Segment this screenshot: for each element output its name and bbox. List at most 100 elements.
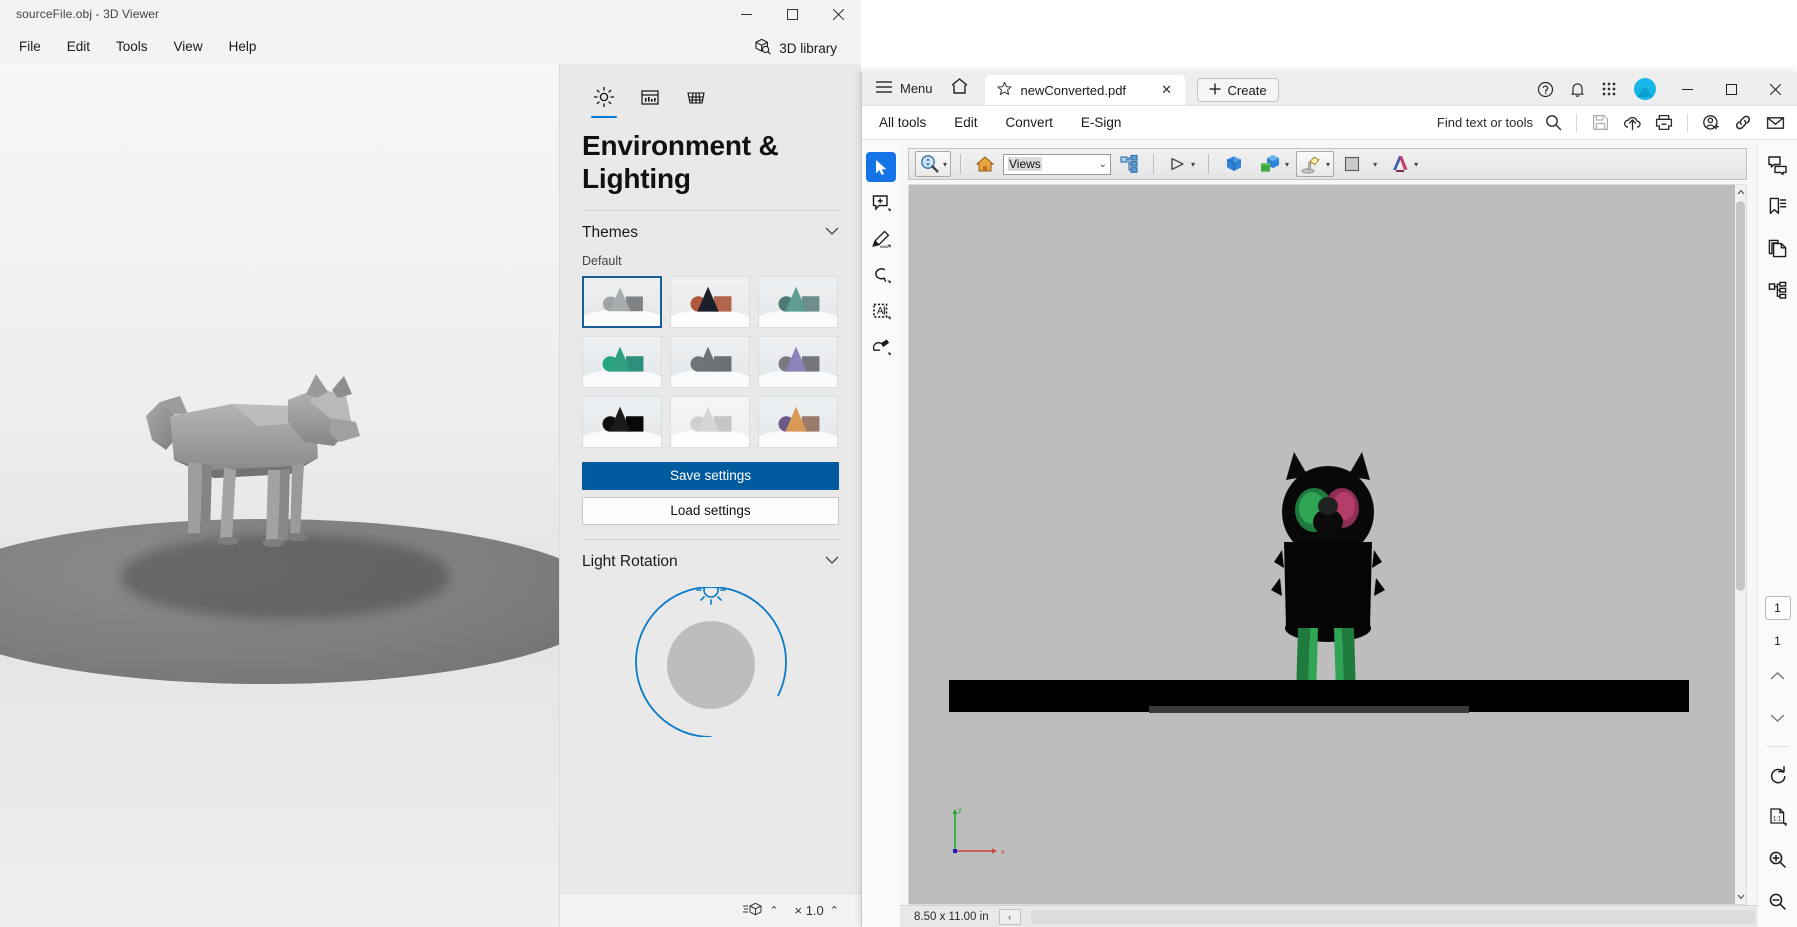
theme-neutral-gray[interactable] <box>670 335 750 388</box>
tab-grid-settings[interactable] <box>674 78 718 116</box>
acrobat-minimize-button[interactable] <box>1665 72 1709 106</box>
scroll-down-arrow[interactable] <box>1735 890 1746 904</box>
stamp-signature-tool[interactable] <box>866 332 896 362</box>
tool-all-tools[interactable]: All tools <box>868 110 937 135</box>
3d-library-button[interactable]: 3D library <box>745 33 845 63</box>
acrobat-right-rail: 1 1 1:1 <box>1757 140 1797 927</box>
theme-teal-soft[interactable] <box>758 275 838 328</box>
theme-default-gray[interactable] <box>582 275 662 328</box>
chevron-down-icon-2[interactable] <box>825 556 839 568</box>
save-settings-button[interactable]: Save settings <box>582 461 839 490</box>
theme-violet[interactable] <box>758 335 838 388</box>
close-button[interactable] <box>815 0 861 28</box>
load-settings-button[interactable]: Load settings <box>582 496 839 525</box>
minimize-button[interactable] <box>723 0 769 28</box>
bookmarks-panel-icon[interactable] <box>1764 192 1792 220</box>
previous-page-button[interactable] <box>1764 662 1792 690</box>
acrobat-window: Menu newConverted.pdf ✕ Create All tools… <box>861 72 1797 927</box>
comments-panel-icon[interactable] <box>1764 150 1792 178</box>
theme-black[interactable] <box>582 395 662 448</box>
acrobat-close-button[interactable] <box>1753 72 1797 106</box>
part-render-caret-icon[interactable]: ▾ <box>1285 160 1289 169</box>
model-tree-icon[interactable] <box>1114 151 1144 177</box>
acrobat-menu-button[interactable]: Menu <box>862 71 943 105</box>
rotate-zoom-tool[interactable]: ▾ <box>915 151 952 177</box>
background-caret-icon[interactable]: ▾ <box>1373 160 1377 169</box>
rotate-page-icon[interactable] <box>1764 761 1792 789</box>
select-tool[interactable] <box>866 152 896 182</box>
menu-help[interactable]: Help <box>216 33 270 60</box>
part-render-icon[interactable]: ▾ <box>1253 151 1293 177</box>
tool-esign[interactable]: E-Sign <box>1070 110 1133 135</box>
theme-warm-dark[interactable] <box>670 275 750 328</box>
scroll-thumb[interactable] <box>1736 201 1745 591</box>
tool-convert[interactable]: Convert <box>995 110 1064 135</box>
highlight-tool[interactable] <box>866 224 896 254</box>
zoom-level-button[interactable]: × 1.0 ⌃ <box>789 899 846 922</box>
rotate-tool-caret[interactable]: ▾ <box>943 160 947 169</box>
model-tree-panel-icon[interactable] <box>1764 276 1792 304</box>
menu-file[interactable]: File <box>6 33 54 60</box>
tab-close-icon[interactable]: ✕ <box>1157 80 1177 100</box>
menu-view[interactable]: View <box>161 33 216 60</box>
theme-light-white[interactable] <box>670 395 750 448</box>
user-avatar[interactable] <box>1634 78 1656 100</box>
acrobat-home-button[interactable] <box>943 71 977 105</box>
play-caret-icon[interactable]: ▾ <box>1191 160 1195 169</box>
create-button[interactable]: Create <box>1196 78 1279 102</box>
views-dropdown[interactable]: Views ⌄ <box>1003 153 1112 175</box>
menu-edit[interactable]: Edit <box>54 33 103 60</box>
collapse-panel-button[interactable]: ‹ <box>998 908 1021 925</box>
add-person-icon[interactable] <box>1695 107 1727 139</box>
scroll-up-arrow[interactable] <box>1735 185 1746 199</box>
save-icon[interactable] <box>1584 107 1616 139</box>
add-comment-tool[interactable] <box>866 188 896 218</box>
email-icon[interactable] <box>1759 107 1791 139</box>
cross-section-icon[interactable]: ▾ <box>1384 151 1422 177</box>
background-color-icon[interactable]: ▾ <box>1337 151 1381 177</box>
page-number-input[interactable]: 1 <box>1764 596 1791 620</box>
theme-emerald[interactable] <box>582 335 662 388</box>
light-rotation-section-header[interactable]: Light Rotation <box>560 540 861 581</box>
pdf-vertical-scrollbar[interactable] <box>1735 185 1746 904</box>
app-grid-icon[interactable] <box>1593 73 1625 105</box>
3d-render-canvas[interactable] <box>0 64 559 927</box>
default-view-icon[interactable] <box>970 151 1000 177</box>
tab-view-settings[interactable] <box>628 78 672 116</box>
panel-scroll-region[interactable]: Themes Default Save settings Load settin… <box>560 211 861 894</box>
maximize-button[interactable] <box>769 0 815 28</box>
menu-tools[interactable]: Tools <box>103 33 161 60</box>
horizontal-scroll-track[interactable] <box>1030 909 1755 924</box>
print-icon[interactable] <box>1648 107 1680 139</box>
fit-actual-size-icon[interactable]: 1:1 <box>1764 803 1792 831</box>
lighting-icon[interactable]: ▾ <box>1296 151 1335 177</box>
light-rotation-dial[interactable] <box>560 574 861 738</box>
themes-section-header[interactable]: Themes <box>560 211 861 252</box>
views-caret-icon[interactable]: ⌄ <box>1099 159 1107 170</box>
cross-section-caret-icon[interactable]: ▾ <box>1414 160 1418 169</box>
solid-render-icon[interactable] <box>1218 151 1250 177</box>
notification-bell-icon[interactable] <box>1561 73 1593 105</box>
tool-edit[interactable]: Edit <box>943 110 988 135</box>
star-icon[interactable] <box>996 81 1012 99</box>
zoom-out-icon[interactable] <box>1764 887 1792 915</box>
help-icon[interactable] <box>1529 73 1561 105</box>
document-tab[interactable]: newConverted.pdf ✕ <box>984 75 1185 105</box>
tab-environment-lighting[interactable] <box>582 78 626 118</box>
page-thumbnails-icon[interactable] <box>1764 234 1792 262</box>
search-icon[interactable] <box>1537 107 1569 139</box>
acrobat-maximize-button[interactable] <box>1709 72 1753 106</box>
next-page-button[interactable] <box>1764 704 1792 732</box>
pdf-3d-render[interactable]: y x <box>909 185 1746 904</box>
chevron-down-icon[interactable] <box>825 227 839 239</box>
draw-lasso-tool[interactable] <box>866 260 896 290</box>
play-animation-icon[interactable]: ▾ <box>1163 151 1199 177</box>
link-icon[interactable] <box>1727 107 1759 139</box>
cloud-upload-icon[interactable] <box>1616 107 1648 139</box>
lighting-caret-icon[interactable]: ▾ <box>1326 160 1330 169</box>
theme-sunset[interactable] <box>758 395 838 448</box>
model-info-button[interactable]: ⌃ <box>737 897 784 924</box>
edit-text-tool[interactable]: A <box>866 296 896 326</box>
pdf-3d-canvas[interactable]: y x <box>908 184 1747 905</box>
zoom-in-icon[interactable] <box>1764 845 1792 873</box>
